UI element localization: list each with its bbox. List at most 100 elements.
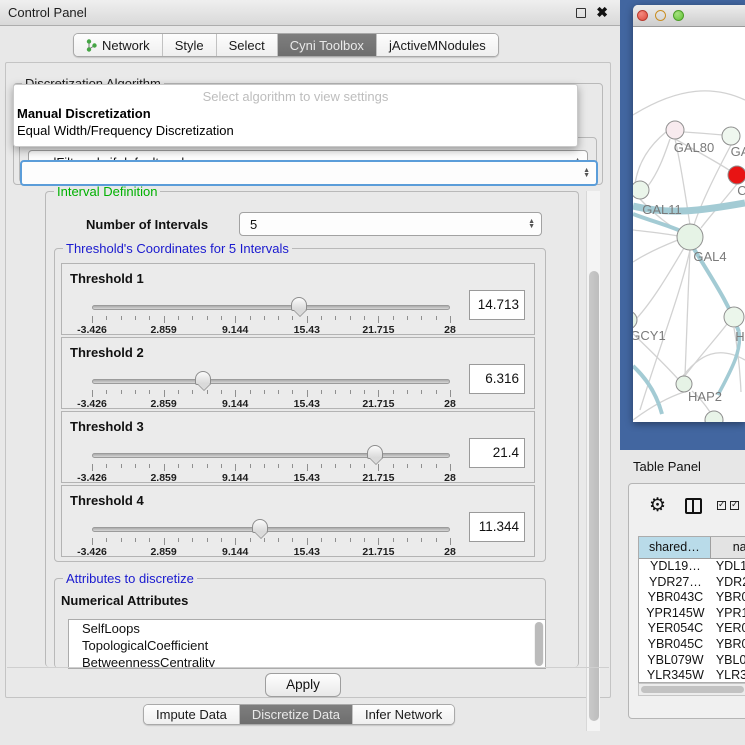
threshold-slider-handle[interactable]	[367, 445, 383, 459]
network-canvas[interactable]: GAL80GACGAL11GAL4GCY1HHAP2	[633, 27, 745, 422]
slider-tick	[335, 316, 336, 320]
slider-tick	[321, 316, 322, 320]
checkbox-icon[interactable]	[730, 501, 739, 510]
float-icon[interactable]	[576, 8, 586, 18]
tab-cyni-toolbox[interactable]: Cyni Toolbox	[278, 34, 377, 56]
panel-scrollbar[interactable]	[586, 191, 600, 731]
network-node[interactable]	[633, 311, 637, 329]
table-row[interactable]: YDL19…YDL1	[639, 559, 745, 575]
list-item[interactable]: SelfLoops	[69, 620, 545, 637]
slider-tick	[207, 316, 208, 320]
network-node[interactable]	[705, 411, 723, 422]
table-cell[interactable]: YLR3	[712, 668, 745, 683]
network-node[interactable]	[666, 121, 684, 139]
columns-icon[interactable]	[685, 498, 702, 514]
table-row[interactable]: YPR145WYPR1	[639, 606, 745, 622]
slider-tick	[307, 464, 308, 471]
table-cell[interactable]: YER0	[712, 621, 745, 637]
table-horizontal-scrollbar[interactable]	[638, 683, 745, 696]
tab-discretize-data[interactable]: Discretize Data	[240, 705, 353, 724]
threshold-value-field[interactable]: 6.316	[469, 364, 525, 394]
list-item[interactable]: TopologicalCoefficient	[69, 637, 545, 654]
tab-label: Cyni Toolbox	[290, 38, 364, 53]
network-node[interactable]	[724, 307, 744, 327]
table-cell[interactable]: YDL1	[712, 559, 745, 575]
apply-button[interactable]: Apply	[265, 673, 341, 697]
table-row[interactable]: YDR27…YDR2	[639, 575, 745, 591]
slider-tick	[178, 464, 179, 468]
table-cell[interactable]: YDR2	[712, 575, 745, 591]
threshold-slider-track[interactable]	[92, 305, 450, 310]
slider-tick	[364, 390, 365, 394]
slider-scale-label: 28	[444, 324, 456, 336]
network-node[interactable]	[677, 224, 703, 250]
column-header-name[interactable]: na	[711, 537, 745, 558]
table-cell[interactable]: YBR0	[712, 637, 745, 653]
slider-tick	[135, 390, 136, 394]
gear-icon[interactable]: ⚙	[649, 494, 666, 517]
popup-option-manual-discretization[interactable]: Manual Discretization	[17, 106, 151, 121]
slider-tick	[393, 316, 394, 320]
table-cell[interactable]: YPR145W	[639, 606, 712, 622]
table-row[interactable]: YBR045CYBR0	[639, 637, 745, 653]
checkbox-icon[interactable]	[717, 501, 726, 510]
table-row[interactable]: YLR345WYLR3	[639, 668, 745, 683]
network-node-label: GCY1	[633, 328, 666, 343]
slider-tick	[121, 464, 122, 468]
slider-scale-label: 2.859	[150, 546, 176, 558]
network-node[interactable]	[722, 127, 740, 145]
tab-infer-network[interactable]: Infer Network	[353, 705, 454, 724]
table-cell[interactable]: YPR1	[712, 606, 745, 622]
algorithm-combobox[interactable]: ▲▼	[20, 160, 598, 186]
numerical-attributes-list[interactable]: SelfLoops TopologicalCoefficient Between…	[68, 619, 546, 669]
threshold-value-field[interactable]: 21.4	[469, 438, 525, 468]
table-cell[interactable]: YER054C	[639, 621, 712, 637]
network-view-window: GAL80GACGAL11GAL4GCY1HHAP2	[633, 5, 745, 422]
slider-scale-label: 2.859	[150, 472, 176, 484]
tab-style[interactable]: Style	[163, 34, 217, 56]
table-row[interactable]: YER054CYER0	[639, 621, 745, 637]
number-of-intervals-label: Number of Intervals	[86, 217, 208, 232]
number-of-intervals-combobox[interactable]: 5 ▲▼	[239, 212, 542, 236]
tab-impute-data[interactable]: Impute Data	[144, 705, 240, 724]
threshold-value-field[interactable]: 11.344	[469, 512, 525, 542]
table-cell[interactable]: YLR345W	[639, 668, 712, 683]
table-cell[interactable]: YBL0	[712, 653, 745, 669]
close-traffic-light[interactable]	[637, 10, 648, 21]
threshold-slider-handle[interactable]	[291, 297, 307, 311]
tab-jactivemnodules[interactable]: jActiveMNodules	[377, 34, 498, 56]
list-scrollbar[interactable]	[534, 622, 544, 666]
table-cell[interactable]: YBR043C	[639, 590, 712, 606]
zoom-traffic-light[interactable]	[673, 10, 684, 21]
slider-scale-label: 9.144	[222, 324, 248, 336]
threshold-slider-track[interactable]	[92, 453, 450, 458]
slider-scale-label: 21.715	[362, 324, 394, 336]
network-node-label: GA	[731, 144, 745, 159]
network-node[interactable]	[633, 181, 649, 199]
threshold-slider-handle[interactable]	[195, 371, 211, 385]
threshold-slider-handle[interactable]	[252, 519, 268, 533]
slider-tick	[335, 390, 336, 394]
popup-option-equal-width-frequency[interactable]: Equal Width/Frequency Discretization	[17, 123, 234, 138]
table-row[interactable]: YBL079WYBL0	[639, 653, 745, 669]
column-header-shared-name[interactable]: shared…	[639, 537, 711, 558]
threshold-label: Threshold 1	[70, 271, 144, 286]
minimize-traffic-light[interactable]	[655, 10, 666, 21]
network-window-titlebar[interactable]	[633, 5, 745, 27]
tab-select[interactable]: Select	[217, 34, 278, 56]
slider-scale-labels: -3.4262.8599.14415.4321.71528	[92, 472, 450, 484]
table-cell[interactable]: YBR045C	[639, 637, 712, 653]
threshold-2-box: Threshold 2 -3.4262.8599.14415.4321.7152…	[61, 337, 535, 409]
network-node[interactable]	[728, 166, 745, 184]
threshold-value-field[interactable]: 14.713	[469, 290, 525, 320]
table-cell[interactable]: YDR27…	[639, 575, 712, 591]
table-row[interactable]: YBR043CYBR0	[639, 590, 745, 606]
close-icon[interactable]: ✖	[596, 4, 608, 21]
table-cell[interactable]: YDL19…	[639, 559, 712, 575]
slider-tick	[164, 316, 165, 323]
tab-network[interactable]: Network	[74, 34, 163, 56]
table-cell[interactable]: YBR0	[712, 590, 745, 606]
table-cell[interactable]: YBL079W	[639, 653, 712, 669]
threshold-slider-track[interactable]	[92, 527, 450, 532]
threshold-slider-track[interactable]	[92, 379, 450, 384]
